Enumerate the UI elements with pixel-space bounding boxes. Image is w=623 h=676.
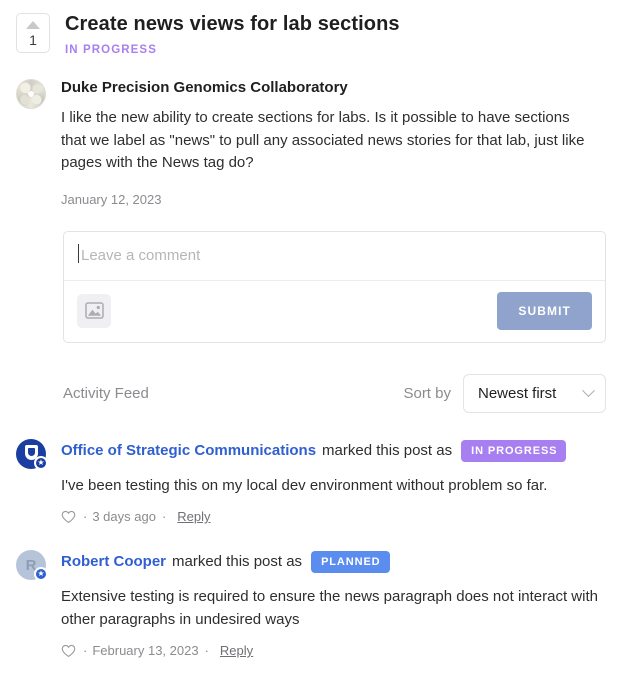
star-glyph: ★: [37, 457, 45, 467]
avatar[interactable]: ★: [16, 438, 48, 470]
feedback-post-page: 1 Create news views for lab sections IN …: [0, 0, 623, 658]
activity-item-0: ★ Office of Strategic Communications mar…: [16, 438, 607, 524]
activity-action-text: marked this post as: [172, 553, 303, 570]
activity-time: February 13, 2023: [92, 643, 199, 658]
avatar: [16, 79, 46, 109]
activity-body: Robert Cooper marked this post as PLANNE…: [61, 550, 607, 658]
image-icon: [84, 302, 104, 319]
upvote-arrow-icon: [26, 21, 40, 29]
post-date: January 12, 2023: [61, 191, 162, 207]
meta-separator: ·: [83, 643, 88, 658]
post-header-text: Create news views for lab sections IN PR…: [65, 10, 400, 56]
heart-icon[interactable]: [61, 510, 76, 524]
activity-time: 3 days ago: [92, 509, 156, 524]
activity-header: Robert Cooper marked this post as PLANNE…: [61, 551, 607, 573]
reply-button[interactable]: Reply: [177, 509, 210, 524]
meta-separator: ·: [204, 643, 209, 658]
reply-button[interactable]: Reply: [220, 643, 253, 658]
sort-select-value: Newest first: [478, 384, 557, 402]
activity-meta: · 3 days ago · Reply: [61, 509, 607, 524]
sort-label: Sort by: [403, 384, 451, 402]
activity-feed-bar: Activity Feed Sort by Newest first: [63, 373, 606, 413]
activity-header: Office of Strategic Communications marke…: [61, 439, 607, 462]
status-badge: PLANNED: [311, 551, 390, 573]
activity-list: ★ Office of Strategic Communications mar…: [16, 438, 607, 658]
activity-text: I've been testing this on my local dev e…: [61, 476, 548, 494]
heart-icon[interactable]: [61, 644, 76, 658]
submit-button[interactable]: SUBMIT: [497, 291, 592, 330]
activity-item-1: R ★ Robert Cooper marked this post as PL…: [16, 550, 607, 658]
original-post: Duke Precision Genomics Collaboratory I …: [16, 78, 607, 207]
activity-user-link[interactable]: Office of Strategic Communications: [61, 441, 316, 461]
post-text: I like the new ability to create section…: [61, 109, 585, 171]
status-badge: IN PROGRESS: [65, 44, 157, 56]
meta-separator: ·: [83, 509, 88, 524]
page-title: Create news views for lab sections: [65, 13, 400, 35]
avatar[interactable]: R ★: [16, 550, 48, 581]
vote-count: 1: [29, 32, 37, 48]
sort-select[interactable]: Newest first: [463, 373, 606, 413]
activity-text: Extensive testing is required to ensure …: [61, 588, 598, 628]
star-badge-icon: ★: [34, 455, 48, 470]
activity-meta: · February 13, 2023 · Reply: [61, 643, 607, 658]
chevron-down-icon: [582, 383, 595, 397]
star-badge-icon: ★: [34, 567, 48, 581]
activity-body: Office of Strategic Communications marke…: [61, 439, 607, 524]
status-badge: IN PROGRESS: [461, 439, 567, 462]
activity-feed-title: Activity Feed: [63, 384, 149, 402]
meta-separator: ·: [161, 509, 167, 524]
activity-user-link[interactable]: Robert Cooper: [61, 552, 166, 572]
comment-composer: Leave a comment SUBMIT: [63, 230, 606, 343]
upvote-button[interactable]: 1: [16, 13, 50, 53]
post-header: 1 Create news views for lab sections IN …: [16, 10, 607, 56]
star-glyph: ★: [37, 569, 45, 578]
sort-group: Sort by Newest first: [403, 373, 606, 413]
post-body: Duke Precision Genomics Collaboratory I …: [61, 78, 607, 207]
activity-action-text: marked this post as: [322, 441, 453, 459]
attach-image-button[interactable]: [77, 293, 111, 328]
comment-placeholder: Leave a comment: [78, 243, 589, 264]
comment-input[interactable]: Leave a comment: [64, 232, 605, 281]
post-author: Duke Precision Genomics Collaboratory: [61, 79, 348, 96]
composer-actions: SUBMIT: [64, 281, 605, 342]
